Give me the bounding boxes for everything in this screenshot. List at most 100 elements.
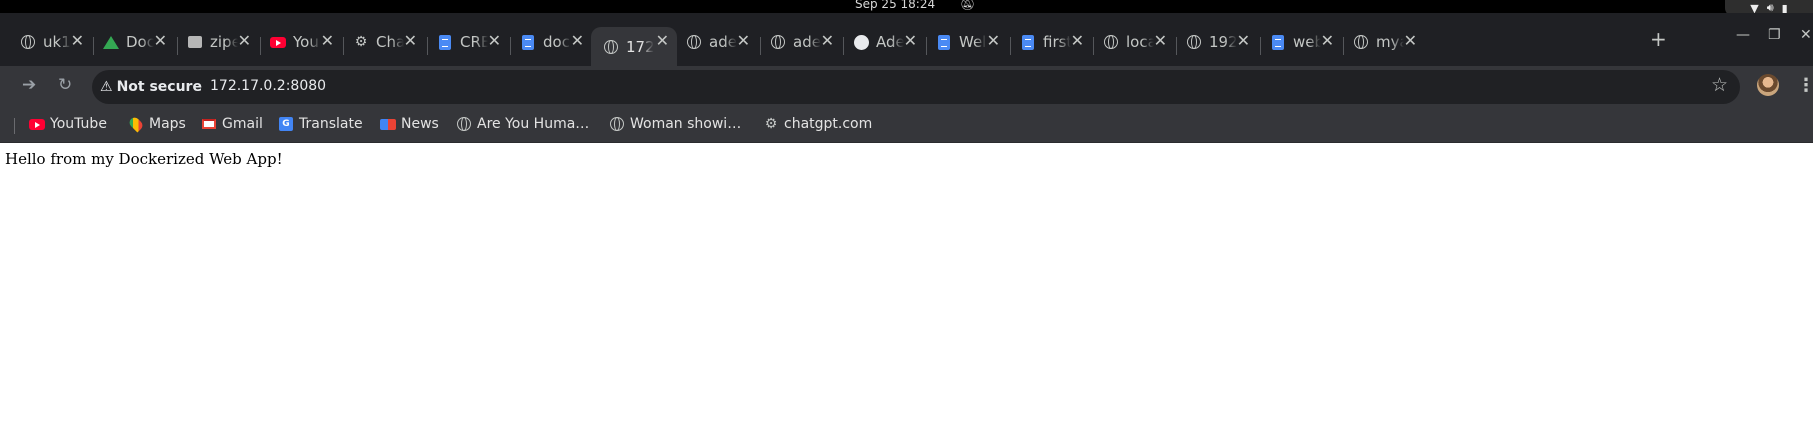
security-chip[interactable]: ⚠ Not secure — [100, 76, 202, 98]
gmail-icon — [201, 116, 217, 132]
profile-avatar[interactable] — [1757, 74, 1779, 96]
tab-title: Ade — [876, 33, 904, 51]
bookmark-item[interactable]: YouTube — [29, 116, 107, 132]
tab-close-icon[interactable]: ✕ — [1071, 31, 1084, 50]
tab-title: loca — [1126, 33, 1154, 51]
google-maps-icon — [127, 115, 145, 133]
tab-close-icon[interactable]: ✕ — [404, 31, 417, 50]
globe-icon — [603, 39, 619, 55]
tab-close-icon[interactable]: ✕ — [321, 31, 334, 50]
tab-title: mya — [1376, 33, 1404, 51]
bookmark-item[interactable]: ⚙ chatgpt.com — [763, 116, 873, 132]
tab-title: Cha — [376, 33, 404, 51]
tab-close-icon[interactable]: ✕ — [488, 31, 501, 50]
browser-tab[interactable]: CRE ✕ — [431, 27, 509, 57]
tab-title: zipe — [210, 33, 238, 51]
tab-separator — [510, 37, 511, 55]
tab-close-icon[interactable]: ✕ — [1321, 31, 1334, 50]
os-clock[interactable]: Sep 25 18:24 — [855, 0, 935, 11]
tab-close-icon[interactable]: ✕ — [154, 31, 167, 50]
tab-separator — [177, 37, 178, 55]
browser-tab[interactable]: ⚙ Cha ✕ — [347, 27, 425, 57]
bookmark-star-icon[interactable]: ☆ — [1711, 74, 1728, 96]
google-docs-icon — [1020, 34, 1036, 50]
browser-tab[interactable]: Doc ✕ — [97, 27, 175, 57]
warning-icon: ⚠ — [100, 79, 113, 95]
bookmark-item[interactable]: Woman showi… — [609, 116, 741, 132]
notifications-muted-icon: 🔕︎ — [960, 0, 976, 11]
bookmark-item[interactable]: Maps — [127, 115, 186, 133]
tab-close-icon[interactable]: ✕ — [987, 31, 1000, 50]
globe-icon — [456, 116, 472, 132]
google-docs-icon — [936, 34, 952, 50]
tab-close-icon[interactable]: ✕ — [1404, 31, 1417, 50]
browser-tab[interactable]: doc ✕ — [514, 27, 592, 57]
tab-title: first — [1043, 33, 1071, 51]
browser-tab[interactable]: Wel ✕ — [930, 27, 1008, 57]
tab-close-icon[interactable]: ✕ — [571, 31, 584, 50]
tab-separator — [1260, 37, 1261, 55]
bookmark-item[interactable]: News — [380, 116, 439, 132]
tab-title: 172 — [626, 37, 654, 56]
tab-close-icon[interactable]: ✕ — [1154, 31, 1167, 50]
url-text[interactable]: 172.17.0.2:8080 — [210, 78, 326, 94]
tab-title: ade — [709, 33, 737, 51]
bookmarks-divider — [14, 118, 15, 134]
address-bar[interactable]: ⚠ Not secure 172.17.0.2:8080 ☆ — [92, 70, 1740, 104]
browser-tab[interactable]: You ✕ — [264, 27, 342, 57]
tab-separator — [1343, 37, 1344, 55]
page-message: Hello from my Dockerized Web App! — [5, 150, 283, 168]
tab-close-icon[interactable]: ✕ — [821, 31, 834, 50]
tab-close-icon[interactable]: ✕ — [904, 31, 917, 50]
forward-icon[interactable]: ➔ — [22, 75, 36, 95]
browser-tab[interactable]: ade ✕ — [680, 27, 758, 57]
tab-separator — [760, 37, 761, 55]
bookmark-item[interactable]: G Translate — [278, 116, 363, 132]
tab-title: Doc — [126, 33, 154, 51]
globe-icon — [1186, 34, 1202, 50]
globe-icon — [1353, 34, 1369, 50]
reload-icon[interactable]: ↻ — [58, 75, 72, 95]
browser-tab[interactable]: mya✕ — [1347, 27, 1425, 57]
tab-title: 192 — [1209, 33, 1237, 51]
menu-icon[interactable]: ⋮ — [1797, 75, 1813, 96]
browser-tab[interactable]: 192 ✕ — [1180, 27, 1258, 57]
bookmark-label: Are You Huma… — [477, 116, 590, 132]
browser-tab[interactable]: ade ✕ — [764, 27, 842, 57]
tab-close-icon[interactable]: ✕ — [656, 31, 669, 50]
browser-toolbar: ➔ ↻ ⚠ Not secure 172.17.0.2:8080 ☆ ⋮ — [0, 66, 1813, 109]
tab-separator — [93, 37, 94, 55]
browser-tab[interactable]: first ✕ — [1014, 27, 1092, 57]
browser-tab[interactable]: web ✕ — [1264, 27, 1342, 57]
new-tab-button[interactable]: + — [1650, 27, 1667, 51]
tab-title: You — [293, 33, 319, 51]
browser-tab[interactable]: 172 ✕ — [591, 27, 677, 66]
browser-tab[interactable]: zipe ✕ — [181, 27, 259, 57]
browser-tab[interactable]: loca ✕ — [1097, 27, 1175, 57]
tab-close-icon[interactable]: ✕ — [737, 31, 750, 50]
zip-icon — [187, 34, 203, 50]
google-docs-icon — [1270, 34, 1286, 50]
tab-close-icon[interactable]: ✕ — [1237, 31, 1250, 50]
bookmark-item[interactable]: Gmail — [201, 116, 263, 132]
tab-title: Wel — [959, 33, 987, 51]
close-window-icon[interactable]: ✕ — [1800, 27, 1812, 43]
bookmark-label: chatgpt.com — [784, 116, 873, 132]
bookmark-label: Maps — [149, 116, 186, 132]
bookmark-item[interactable]: Are You Huma… — [456, 116, 589, 132]
restore-icon[interactable]: ❐ — [1768, 27, 1781, 43]
browser-tab[interactable]: Ade ✕ — [847, 27, 925, 57]
browser-tab[interactable]: uk1 ✕ — [14, 27, 92, 57]
github-icon — [853, 34, 869, 50]
tab-separator — [1010, 37, 1011, 55]
tab-separator — [926, 37, 927, 55]
bookmark-label: Gmail — [222, 116, 263, 132]
youtube-icon — [29, 116, 45, 132]
minimize-icon[interactable]: — — [1736, 27, 1750, 43]
tab-close-icon[interactable]: ✕ — [238, 31, 251, 50]
globe-icon — [686, 34, 702, 50]
bookmark-label: News — [401, 116, 439, 132]
os-top-bar: Sep 25 18:24 🔕︎ ▼ 🔊︎ ▮ — [0, 0, 1813, 16]
tab-separator — [343, 37, 344, 55]
tab-close-icon[interactable]: ✕ — [71, 31, 84, 50]
